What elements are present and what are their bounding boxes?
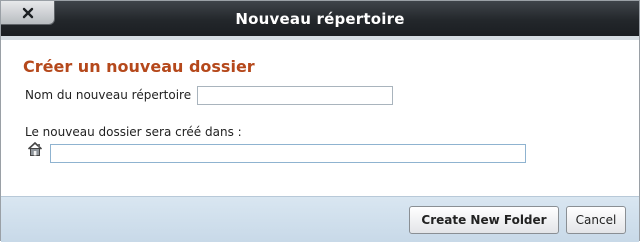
create-folder-button[interactable]: Create New Folder xyxy=(409,206,559,234)
title-bar: Nouveau répertoire xyxy=(1,1,639,36)
dialog-footer: Create New Folder Cancel xyxy=(1,196,639,242)
cancel-button[interactable]: Cancel xyxy=(566,206,626,234)
home-icon xyxy=(27,141,43,156)
dialog-title: Nouveau répertoire xyxy=(235,10,405,28)
folder-name-input[interactable] xyxy=(197,86,393,105)
location-label: Le nouveau dossier sera créé dans : xyxy=(25,125,242,139)
dialog-body: Créer un nouveau dossier Nom du nouveau … xyxy=(3,40,631,196)
folder-name-label: Nom du nouveau répertoire xyxy=(25,88,192,102)
new-folder-dialog: Nouveau répertoire Créer un nouveau doss… xyxy=(0,0,640,242)
form-heading: Créer un nouveau dossier xyxy=(23,57,255,76)
location-path-input[interactable] xyxy=(50,144,526,163)
